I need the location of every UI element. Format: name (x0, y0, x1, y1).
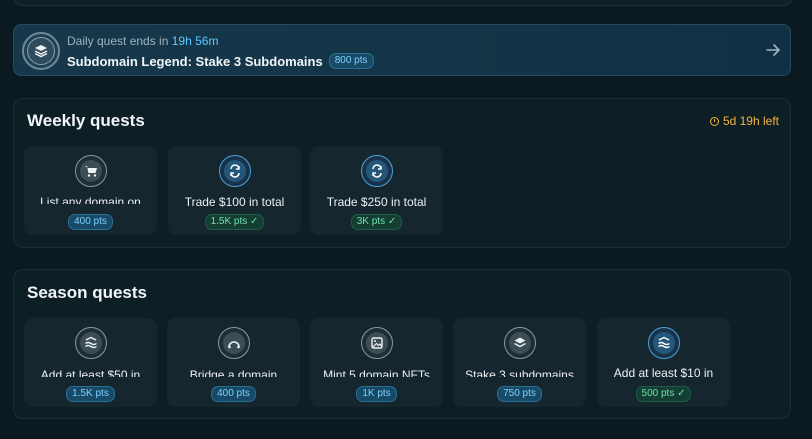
weekly-quests-panel: Weekly quests 5d 19h left List any domai… (13, 98, 791, 248)
quest-card[interactable]: List any domain on 400 pts (24, 146, 157, 235)
quest-label: Trade $250 in total (326, 195, 427, 209)
time-left-text: 5d 19h left (722, 114, 779, 128)
quest-card[interactable]: Stake 3 subdomains 750 pts (453, 318, 586, 407)
cart-icon (74, 155, 107, 187)
daily-quest-title: Subdomain Legend: Stake 3 Subdomains (67, 53, 323, 69)
daily-quest-countdown: Daily quest ends in 19h 56m (67, 34, 218, 48)
arrow-right-icon[interactable] (764, 41, 782, 59)
quest-card[interactable]: Trade $100 in total 1.5K pts ✓ (168, 146, 301, 235)
previous-panel-edge (13, 0, 793, 6)
image-icon (360, 327, 393, 359)
layers-icon (503, 327, 536, 359)
points-badge: 1.5K pts ✓ (204, 214, 265, 230)
points-badge: 1K pts (356, 386, 397, 402)
quest-label: Bridge a domain (189, 368, 278, 377)
points-badge: 400 pts (211, 386, 256, 402)
waves-icon (74, 327, 107, 359)
layers-icon (22, 32, 60, 70)
quest-card[interactable]: Mint 5 domain NFTs 1K pts (310, 318, 443, 407)
swap-icon (218, 155, 251, 187)
points-badge: 400 pts (68, 214, 113, 230)
swap-icon (360, 155, 393, 187)
weekly-quests-title: Weekly quests (27, 111, 145, 130)
quest-label: List any domain on (40, 195, 141, 204)
quest-label: Mint 5 domain NFTs (323, 368, 430, 377)
points-badge: 500 pts ✓ (635, 386, 692, 402)
season-quests-panel: Season quests Add at least $50 in 1.5K p… (13, 269, 791, 419)
clock-icon (709, 116, 719, 126)
weekly-time-left: 5d 19h left (709, 114, 779, 128)
quest-label: Add at least $10 in (613, 366, 714, 380)
points-badge: 3K pts ✓ (350, 214, 403, 230)
countdown-prefix: Daily quest ends in (67, 34, 169, 48)
quest-card[interactable]: Bridge a domain 400 pts (167, 318, 300, 407)
bridge-icon (217, 327, 250, 359)
points-badge: 800 pts (328, 53, 374, 69)
waves-icon (647, 327, 680, 359)
season-quests-title: Season quests (27, 283, 147, 302)
quest-label: Trade $100 in total (184, 195, 285, 209)
quest-label: Stake 3 subdomains (465, 368, 574, 377)
quest-card[interactable]: Add at least $50 in 1.5K pts (24, 318, 157, 407)
quest-card[interactable]: Add at least $10 in 500 pts ✓ (597, 318, 730, 407)
quest-card[interactable]: Trade $250 in total 3K pts ✓ (310, 146, 443, 235)
daily-quest-title-row: Subdomain Legend: Stake 3 Subdomains 800… (67, 53, 374, 69)
daily-quest-banner[interactable]: Daily quest ends in 19h 56m Subdomain Le… (13, 24, 791, 76)
points-badge: 1.5K pts (66, 386, 115, 402)
points-badge: 750 pts (497, 386, 542, 402)
countdown-timer: 19h 56m (171, 34, 219, 48)
quest-label: Add at least $50 in (40, 368, 141, 377)
